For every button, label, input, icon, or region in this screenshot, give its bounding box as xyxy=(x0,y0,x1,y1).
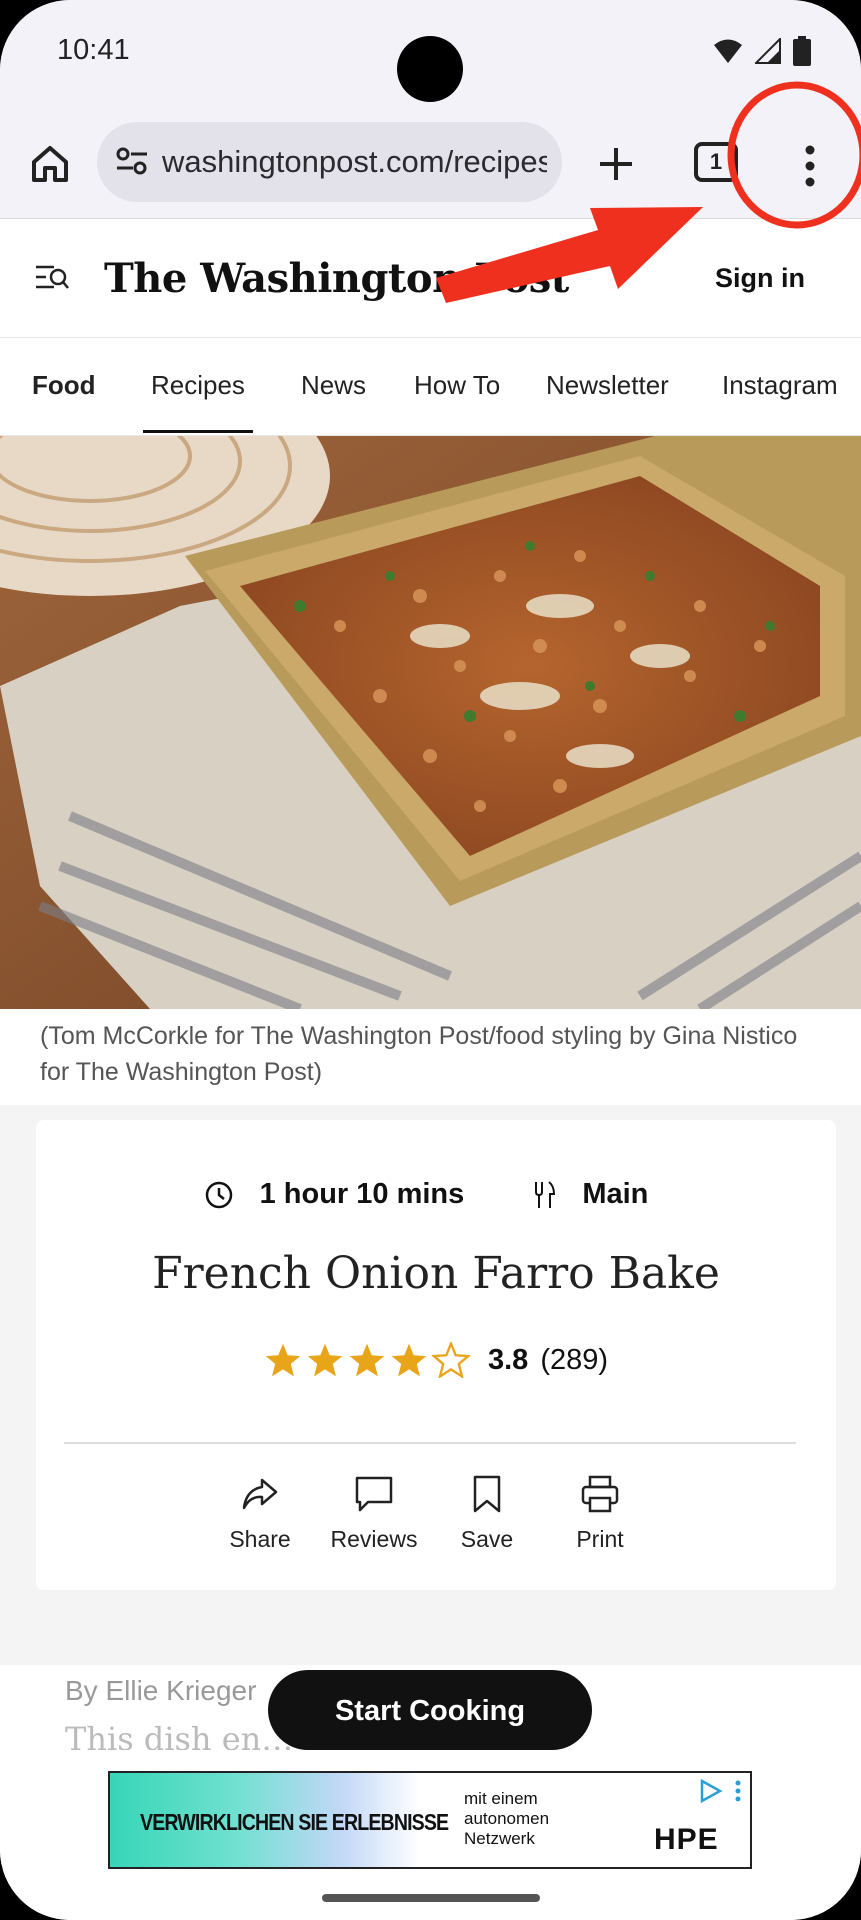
star-filled-icon xyxy=(349,1343,385,1377)
signal-icon xyxy=(755,38,781,64)
address-bar[interactable]: washingtonpost.com/recipes/french-onion-… xyxy=(97,122,562,202)
cook-time-text: 1 hour 10 mins xyxy=(259,1178,465,1210)
comment-icon xyxy=(355,1476,393,1512)
ad-choices-icon[interactable] xyxy=(698,1777,748,1807)
nav-item-instagram[interactable]: Instagram xyxy=(722,370,838,401)
ad-banner[interactable]: VERWIRKLICHEN SIE ERLEBNISSE mit einem a… xyxy=(108,1771,752,1869)
front-camera xyxy=(397,36,463,102)
card-divider xyxy=(64,1442,796,1444)
wifi-icon xyxy=(714,39,742,63)
share-label: Share xyxy=(229,1526,291,1552)
recipe-card: 1 hour 10 mins Main French Onion Farro B… xyxy=(36,1120,836,1590)
bookmark-icon xyxy=(473,1475,501,1513)
site-logo[interactable]: The Washington Post xyxy=(104,255,569,302)
reviews-label: Reviews xyxy=(330,1526,418,1552)
battery-icon xyxy=(793,36,811,66)
nav-item-recipes[interactable]: Recipes xyxy=(151,370,245,401)
recipe-photo xyxy=(0,436,861,1009)
new-tab-icon[interactable] xyxy=(590,138,642,190)
status-bar: 10:41 xyxy=(0,0,861,110)
star-empty-icon xyxy=(431,1342,470,1378)
more-options-icon[interactable] xyxy=(790,138,830,194)
ad-subtext: mit einem autonomen Netzwerk xyxy=(464,1789,550,1848)
print-button[interactable]: Print xyxy=(545,1474,655,1553)
rating-value: 3.8 xyxy=(487,1343,529,1376)
site-header: The Washington Post Sign in xyxy=(0,219,861,339)
star-filled-icon xyxy=(391,1343,427,1377)
cook-time: 1 hour 10 mins xyxy=(204,1178,485,1211)
system-icons xyxy=(713,36,811,66)
nav-item-food[interactable]: Food xyxy=(32,370,96,401)
nav-item-how-to[interactable]: How To xyxy=(414,370,500,401)
course: Main xyxy=(532,1178,668,1211)
home-icon[interactable] xyxy=(24,138,76,190)
ad-headline: VERWIRKLICHEN SIE ERLEBNISSE xyxy=(140,1809,449,1835)
home-indicator[interactable] xyxy=(322,1894,540,1902)
site-settings-icon[interactable] xyxy=(115,146,149,176)
save-label: Save xyxy=(460,1526,514,1552)
printer-icon xyxy=(581,1475,619,1513)
start-cooking-button[interactable]: Start Cooking xyxy=(268,1670,592,1750)
rating-stars xyxy=(264,1342,470,1378)
browser-toolbar: washingtonpost.com/recipes/french-onion-… xyxy=(0,110,861,219)
utensils-icon xyxy=(535,1180,556,1208)
nav-item-news[interactable]: News xyxy=(301,370,366,401)
recipe-meta: 1 hour 10 mins Main xyxy=(36,1178,836,1218)
menu-search-icon[interactable] xyxy=(34,261,70,295)
recipe-title: French Onion Farro Bake xyxy=(152,1248,720,1299)
section-nav: Food Recipes News How To Newsletter Inst… xyxy=(0,338,861,436)
reviews-button[interactable]: Reviews xyxy=(319,1474,429,1553)
share-button[interactable]: Share xyxy=(205,1474,315,1553)
star-filled-icon xyxy=(265,1343,301,1377)
clock-icon xyxy=(205,1181,232,1208)
status-time: 10:41 xyxy=(57,34,130,66)
print-label: Print xyxy=(576,1526,624,1552)
recipe-byline: By Ellie Krieger xyxy=(65,1675,257,1706)
sign-in-link[interactable]: Sign in xyxy=(715,263,805,294)
url-text[interactable]: washingtonpost.com/recipes/french-onion-… xyxy=(162,144,547,180)
star-filled-icon xyxy=(307,1343,343,1377)
share-icon xyxy=(242,1478,278,1510)
farro-bake-photo xyxy=(0,436,861,1009)
tab-switcher-button[interactable]: 1 xyxy=(694,142,738,182)
recipe-rating[interactable]: 3.8 (289) xyxy=(36,1342,836,1378)
active-tab-indicator xyxy=(143,430,253,433)
nav-item-newsletter[interactable]: Newsletter xyxy=(546,370,669,401)
photo-caption: (Tom McCorkle for The Washington Post/fo… xyxy=(40,1022,798,1086)
save-button[interactable]: Save xyxy=(432,1474,542,1553)
course-text: Main xyxy=(582,1178,649,1210)
phone-screen: 10:41 washingtonpost.com/recipes/french-… xyxy=(0,0,861,1920)
rating-count: (289) xyxy=(540,1343,609,1376)
ad-brand-logo: HPE xyxy=(654,1823,719,1856)
